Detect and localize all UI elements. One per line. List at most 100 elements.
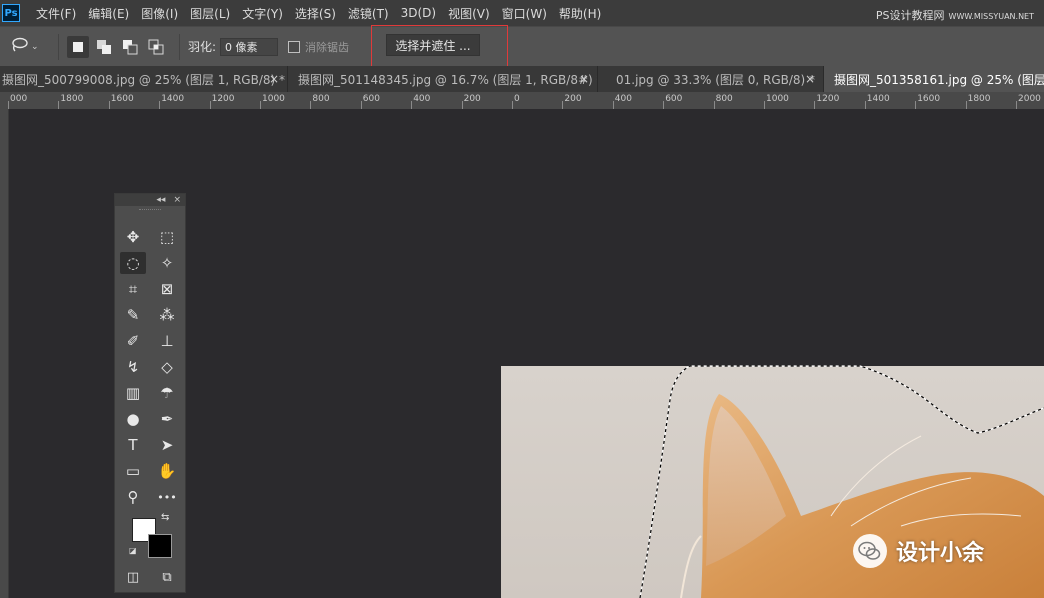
rect-marquee-icon[interactable]: ⬚ — [154, 226, 180, 248]
ruler-label: 1600 — [110, 94, 134, 104]
ruler-tick — [1016, 101, 1017, 109]
tab-document-2[interactable]: 摄图网_501148345.jpg @ 16.7% (图层 1, RGB/8#)… — [288, 66, 598, 92]
close-icon[interactable]: × — [269, 72, 279, 86]
ruler-label: 1000 — [262, 94, 285, 104]
feather-input[interactable] — [220, 37, 279, 56]
ruler-tick — [360, 101, 362, 109]
lasso-icon — [10, 37, 28, 57]
ruler-label: 600 — [362, 94, 380, 104]
type-icon[interactable]: T — [120, 434, 146, 456]
tools-panel: ◂◂ × ✥ ⬚ ◌ ✧ ⌗ ⊠ ✎ ⁂ ✐ ⊥ ↯ ◇ ▥ ☂ ● ✒ T ➤ ▭ ✋ ⚲ ••• ◫ ⧉ ⇆ ◪ — [114, 193, 186, 593]
stamp-icon[interactable]: ⊥ — [154, 330, 180, 352]
menu-3d[interactable]: 3D(D) — [401, 6, 436, 20]
add-selection-button[interactable] — [93, 36, 115, 58]
menu-edit[interactable]: 编辑(E) — [88, 5, 129, 22]
new-selection-button[interactable] — [67, 35, 89, 58]
feather-label: 羽化: — [188, 40, 217, 54]
zoom-icon[interactable]: ⚲ — [120, 486, 146, 508]
gradient-icon[interactable]: ▥ — [120, 382, 146, 404]
more-tools-icon[interactable]: ••• — [154, 486, 180, 508]
ruler-label: 800 — [715, 94, 733, 104]
ruler-tick — [58, 101, 60, 109]
collapse-icon[interactable]: ◂◂ — [156, 195, 165, 205]
ruler-tick — [310, 101, 312, 109]
default-colors-icon[interactable]: ◪ — [129, 546, 137, 555]
close-icon[interactable]: × — [173, 195, 181, 205]
document-tab-bar: 摄图网_500799008.jpg @ 25% (图层 1, RGB/8) * … — [0, 66, 1044, 92]
photoshop-logo-icon[interactable]: Ps — [2, 4, 20, 22]
ruler-label: 0 — [514, 94, 520, 104]
rectangle-icon[interactable]: ▭ — [120, 460, 146, 482]
ruler-label: 600 — [665, 94, 683, 104]
tab-label: 摄图网_501148345.jpg @ 16.7% (图层 1, RGB/8#)… — [298, 72, 598, 87]
path-select-icon[interactable]: ➤ — [154, 434, 180, 456]
menu-help[interactable]: 帮助(H) — [559, 5, 601, 22]
ruler-label: 200 — [564, 94, 582, 104]
site-watermark: PS设计教程网 WWW.MISSYUAN.NET — [876, 7, 1034, 23]
pen-icon[interactable]: ✒ — [154, 408, 180, 430]
ruler-tick — [965, 101, 967, 109]
smudge-icon[interactable]: ☂ — [154, 382, 180, 404]
eraser-icon[interactable]: ◇ — [154, 356, 180, 378]
drag-handle[interactable] — [115, 206, 185, 214]
divider — [58, 33, 59, 60]
brush-icon[interactable]: ✐ — [120, 330, 146, 352]
tab-document-1[interactable]: 摄图网_500799008.jpg @ 25% (图层 1, RGB/8) * … — [0, 66, 288, 92]
menu-select[interactable]: 选择(S) — [295, 5, 336, 22]
background-color-swatch[interactable] — [148, 534, 172, 558]
chevron-down-icon: ⌄ — [31, 41, 39, 52]
vertical-ruler — [0, 109, 9, 598]
ruler-tick — [260, 101, 261, 109]
menu-window[interactable]: 窗口(W) — [502, 5, 547, 22]
lasso-icon[interactable]: ◌ — [120, 252, 146, 274]
history-brush-icon[interactable]: ↯ — [120, 356, 146, 378]
ruler-tick — [764, 101, 765, 109]
horizontal-ruler: 000 1800 1600 1400 1200 1000 800 600 400 200 0 200 4… — [0, 92, 1044, 110]
dodge-icon[interactable]: ● — [120, 408, 146, 430]
antialias-checkbox[interactable] — [288, 40, 301, 53]
intersect-selection-button[interactable] — [145, 36, 167, 58]
hand-icon[interactable]: ✋ — [154, 460, 180, 482]
tool-preset-picker[interactable]: ⌄ — [10, 37, 50, 57]
ruler-label: 1200 — [211, 94, 235, 104]
tab-document-3[interactable]: 01.jpg @ 33.3% (图层 0, RGB/8) * × — [598, 66, 824, 92]
magic-wand-icon[interactable]: ✧ — [154, 252, 180, 274]
wechat-watermark: 设计小余 — [852, 533, 984, 569]
tools-panel-header[interactable]: ◂◂ × — [115, 194, 185, 206]
ruler-tick — [209, 101, 211, 109]
spot-healing-icon[interactable]: ⁂ — [154, 304, 180, 326]
quick-mask-icon[interactable]: ◫ — [120, 566, 146, 588]
ruler-label: 400 — [614, 94, 632, 104]
wechat-watermark-text: 设计小余 — [896, 541, 985, 566]
move-icon[interactable]: ✥ — [120, 226, 146, 248]
ruler-tick — [915, 101, 917, 109]
ruler-label: 1400 — [866, 94, 890, 104]
close-icon[interactable]: × — [805, 72, 815, 86]
ruler-label: 1000 — [766, 94, 789, 104]
site-watermark-url: WWW.MISSYUAN.NET — [948, 12, 1034, 21]
menu-type[interactable]: 文字(Y) — [242, 5, 283, 22]
menu-filter[interactable]: 滤镜(T) — [348, 5, 389, 22]
subtract-selection-button[interactable] — [119, 36, 141, 58]
swap-colors-icon[interactable]: ⇆ — [161, 512, 169, 523]
menu-bar: Ps 文件(F) 编辑(E) 图像(I) 图层(L) 文字(Y) 选择(S) 滤… — [0, 0, 1044, 26]
menu-view[interactable]: 视图(V) — [448, 5, 490, 22]
menu-image[interactable]: 图像(I) — [141, 5, 178, 22]
ruler-tick — [814, 101, 816, 109]
ruler-label: 1400 — [161, 94, 185, 104]
ruler-tick — [864, 101, 866, 109]
screen-mode-icon[interactable]: ⧉ — [154, 566, 180, 588]
close-icon[interactable]: × — [579, 72, 589, 86]
frame-icon[interactable]: ⊠ — [154, 278, 180, 300]
ruler-tick — [663, 101, 665, 109]
menu-file[interactable]: 文件(F) — [36, 5, 76, 22]
tab-document-4[interactable]: 摄图网_501358161.jpg @ 25% (图层 — [824, 66, 1044, 92]
menu-layer[interactable]: 图层(L) — [190, 5, 230, 22]
eyedropper-icon[interactable]: ✎ — [120, 304, 146, 326]
tab-label: 摄图网_501358161.jpg @ 25% (图层 — [834, 72, 1044, 87]
ruler-label: 1800 — [967, 94, 991, 104]
crop-icon[interactable]: ⌗ — [120, 278, 146, 300]
antialias-label: 消除锯齿 — [305, 40, 350, 54]
ruler-label: 1200 — [816, 94, 840, 104]
ruler-tick — [159, 101, 161, 109]
